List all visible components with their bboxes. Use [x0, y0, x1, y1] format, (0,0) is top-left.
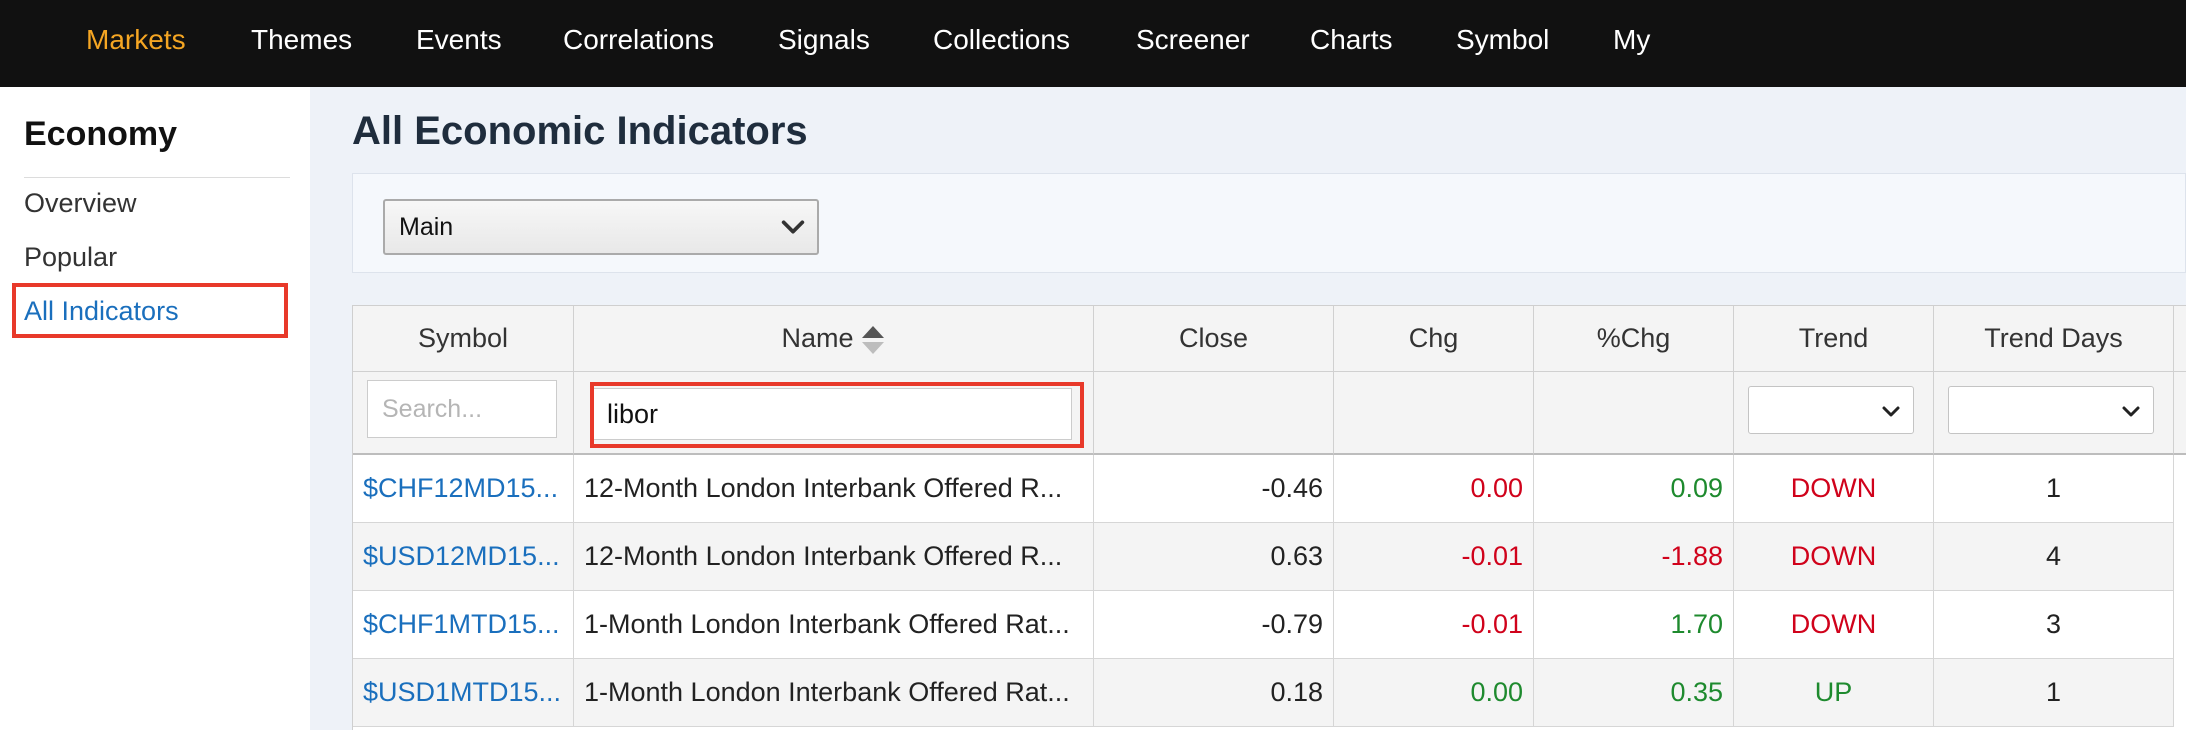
filter-cell-pct-chg	[1534, 372, 1734, 455]
cell-chg: -0.01	[1334, 523, 1534, 591]
cell-pct-chg: -1.88	[1534, 523, 1734, 591]
top-navigation: Markets Themes Events Correlations Signa…	[0, 0, 2186, 87]
nav-symbol[interactable]: Symbol	[1456, 0, 1549, 80]
filter-cell-extra	[2174, 372, 2186, 455]
cell-trend-days: 1	[1934, 455, 2174, 523]
cell-name: 1-Month London Interbank Offered Rat...	[574, 591, 1094, 659]
cell-chg: 0.00	[1334, 455, 1534, 523]
filter-cell-chg	[1334, 372, 1534, 455]
view-select[interactable]: Main	[383, 199, 819, 255]
chevron-down-icon	[2122, 406, 2140, 417]
nav-signals[interactable]: Signals	[778, 0, 870, 80]
name-filter-input[interactable]	[592, 388, 1072, 440]
cell-pct-chg: 0.09	[1534, 455, 1734, 523]
column-header-symbol[interactable]: Symbol	[353, 306, 574, 372]
sidebar-item-popular[interactable]: Popular	[24, 242, 117, 273]
cell-pct-chg: 1.70	[1534, 591, 1734, 659]
cell-name: 1-Month London Interbank Offered Rat...	[574, 659, 1094, 727]
cell-trend: DOWN	[1734, 523, 1934, 591]
nav-charts[interactable]: Charts	[1310, 0, 1392, 80]
filter-cell-symbol	[353, 372, 574, 455]
cell-symbol[interactable]: $CHF1MTD15...	[353, 591, 574, 659]
cell-trend: DOWN	[1734, 591, 1934, 659]
cell-chg: -0.01	[1334, 591, 1534, 659]
sort-icon[interactable]	[860, 322, 886, 358]
chevron-down-icon	[781, 220, 805, 234]
cell-trend: DOWN	[1734, 455, 1934, 523]
nav-collections[interactable]: Collections	[933, 0, 1070, 80]
cell-symbol[interactable]: $USD12MD15...	[353, 523, 574, 591]
cell-symbol[interactable]: $USD1MTD15...	[353, 659, 574, 727]
symbol-search-input[interactable]	[367, 380, 557, 438]
column-header-extra	[2174, 306, 2186, 372]
cell-pct-chg: 0.35	[1534, 659, 1734, 727]
column-header-close[interactable]: Close	[1094, 306, 1334, 372]
cell-chg: 0.00	[1334, 659, 1534, 727]
filter-cell-name	[574, 372, 1094, 455]
nav-markets[interactable]: Markets	[86, 0, 186, 80]
view-select-value: Main	[399, 213, 454, 241]
column-header-chg[interactable]: Chg	[1334, 306, 1534, 372]
nav-correlations[interactable]: Correlations	[563, 0, 714, 80]
sidebar-divider	[24, 177, 290, 178]
filter-cell-close	[1094, 372, 1334, 455]
cell-name: 12-Month London Interbank Offered R...	[574, 455, 1094, 523]
nav-screener[interactable]: Screener	[1136, 0, 1250, 80]
chevron-down-icon	[1882, 406, 1900, 417]
cell-close: 0.63	[1094, 523, 1334, 591]
cell-close: 0.18	[1094, 659, 1334, 727]
sidebar-item-all-indicators[interactable]: All Indicators	[24, 296, 179, 327]
page-title: All Economic Indicators	[352, 109, 808, 153]
column-header-trend[interactable]: Trend	[1734, 306, 1934, 372]
sidebar: Economy Overview Popular All Indicators	[0, 87, 310, 730]
cell-trend-days: 3	[1934, 591, 2174, 659]
column-header-name-label: Name	[781, 323, 854, 353]
column-header-name[interactable]: Name	[574, 306, 1094, 372]
filter-panel: Main	[352, 173, 2186, 273]
trend-filter-select[interactable]	[1748, 386, 1914, 434]
filter-cell-trend	[1734, 372, 1934, 455]
cell-trend-days: 1	[1934, 659, 2174, 727]
column-header-trend-days[interactable]: Trend Days	[1934, 306, 2174, 372]
cell-symbol[interactable]: $CHF12MD15...	[353, 455, 574, 523]
nav-events[interactable]: Events	[416, 0, 502, 80]
cell-close: -0.46	[1094, 455, 1334, 523]
column-header-pct-chg[interactable]: %Chg	[1534, 306, 1734, 372]
cell-name: 12-Month London Interbank Offered R...	[574, 523, 1094, 591]
sidebar-title: Economy	[24, 115, 178, 153]
cell-trend: UP	[1734, 659, 1934, 727]
filter-cell-trend-days	[1934, 372, 2174, 455]
nav-themes[interactable]: Themes	[251, 0, 352, 80]
indicators-table: Symbol Name Close Chg %Chg Trend Trend D…	[352, 305, 2186, 730]
sidebar-item-overview[interactable]: Overview	[24, 188, 137, 219]
main-content: All Economic Indicators Main Symbol Name…	[310, 87, 2186, 730]
cell-trend-days: 4	[1934, 523, 2174, 591]
cell-close: -0.79	[1094, 591, 1334, 659]
trend-days-filter-select[interactable]	[1948, 386, 2154, 434]
nav-my[interactable]: My	[1613, 0, 1650, 80]
